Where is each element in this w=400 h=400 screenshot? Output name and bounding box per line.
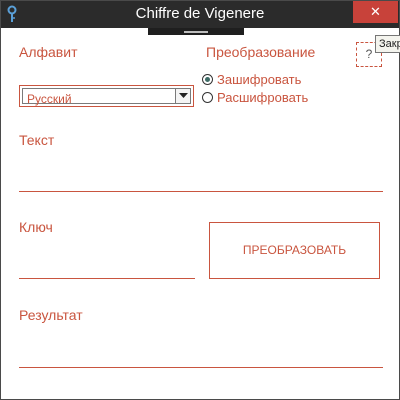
alphabet-label: Алфавит [19, 44, 78, 60]
grip-line [184, 31, 208, 33]
close-icon: ✕ [370, 4, 381, 19]
alphabet-select-value: Русский [27, 92, 72, 106]
title-bar[interactable]: Chiffre de Vigenere ✕ [1, 1, 399, 28]
radio-decrypt[interactable]: Расшифровать [202, 89, 308, 105]
key-input[interactable] [19, 254, 195, 279]
alphabet-select[interactable]: Русский [19, 85, 194, 107]
chevron-down-icon[interactable] [175, 89, 190, 103]
radio-encrypt-circle[interactable] [202, 73, 213, 85]
radio-encrypt[interactable]: Зашифровать [202, 71, 301, 87]
result-label: Результат [19, 307, 83, 323]
tooltip: Закрыть [375, 35, 400, 53]
radio-decrypt-label: Расшифровать [217, 89, 309, 105]
alphabet-select-box: Русский [22, 88, 191, 106]
convert-button[interactable]: ПРЕОБРАЗОВАТЬ [209, 222, 380, 279]
close-button[interactable]: ✕ [353, 1, 398, 23]
window-title: Chiffre de Vigenere [135, 5, 265, 22]
key-label: Ключ [19, 219, 53, 235]
text-input[interactable] [19, 167, 383, 192]
text-label: Текст [19, 132, 55, 148]
transform-label: Преобразование [206, 44, 316, 60]
radio-encrypt-label: Зашифровать [217, 71, 302, 87]
app-window: Chiffre de Vigenere ✕ Алфавит Русский Пр… [0, 0, 400, 400]
result-output[interactable] [19, 343, 383, 368]
radio-decrypt-circle[interactable] [202, 91, 213, 103]
